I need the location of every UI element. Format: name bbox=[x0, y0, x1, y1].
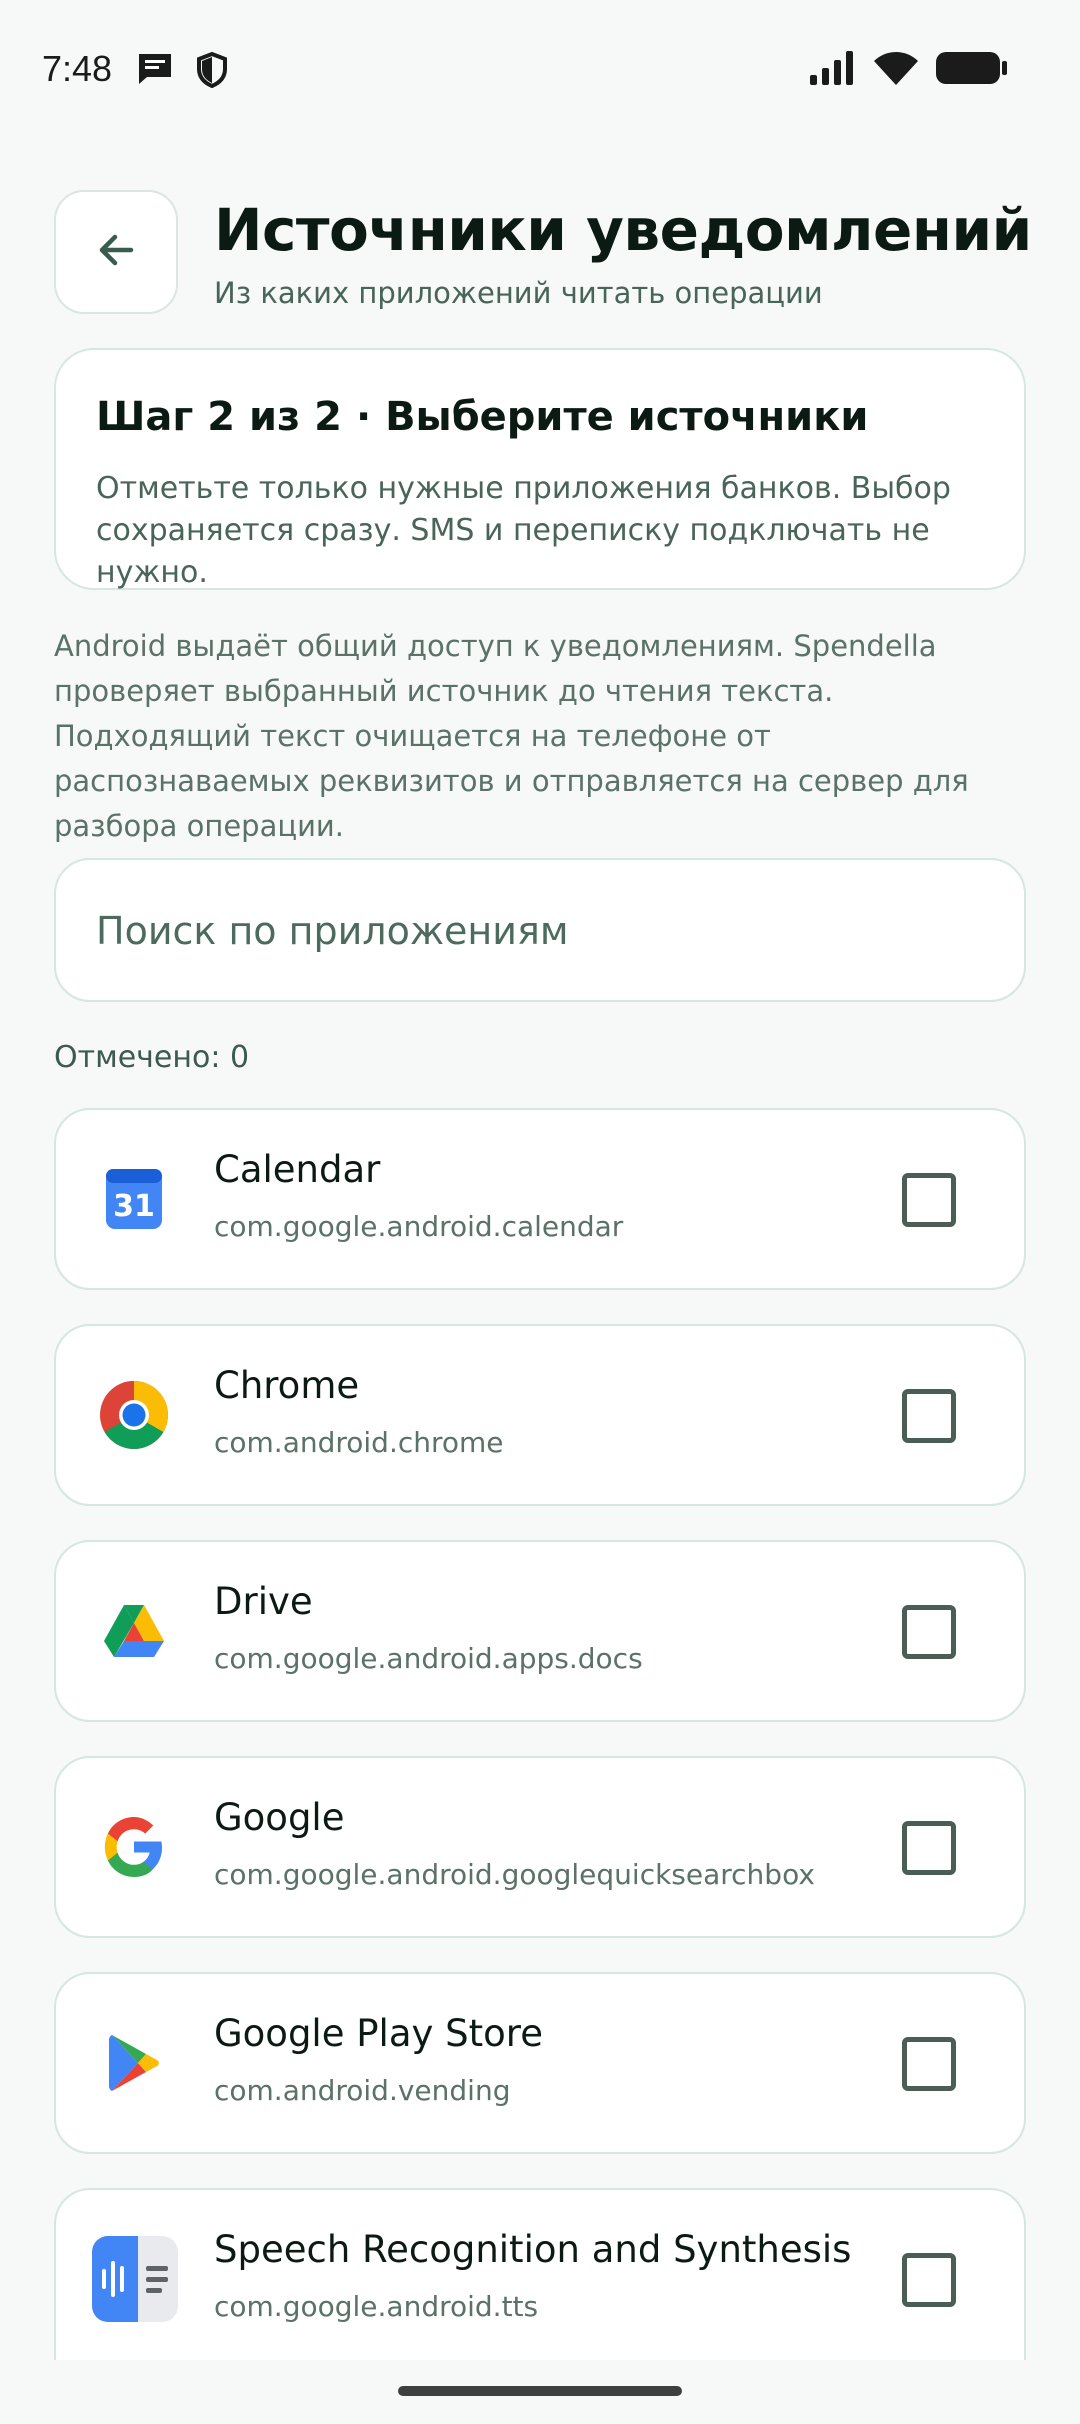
search-box[interactable] bbox=[54, 858, 1026, 1002]
calendar-icon: 31 bbox=[98, 1163, 170, 1235]
app-item-calendar[interactable]: 31 Calendar com.google.android.calendar bbox=[54, 1108, 1026, 1290]
app-package: com.google.android.apps.docs bbox=[214, 1642, 643, 1675]
arrow-left-icon bbox=[95, 229, 137, 275]
chrome-icon bbox=[98, 1379, 170, 1451]
app-checkbox[interactable] bbox=[902, 1605, 956, 1659]
google-icon bbox=[98, 1811, 170, 1883]
step-card: Шаг 2 из 2 · Выберите источники Отметьте… bbox=[54, 348, 1026, 590]
step-description: Отметьте только нужные приложения банков… bbox=[96, 471, 951, 590]
app-item-google[interactable]: Google com.google.android.googlequicksea… bbox=[54, 1756, 1026, 1938]
search-input[interactable] bbox=[96, 898, 976, 964]
page-title: Источники уведомлений bbox=[214, 196, 1032, 264]
drive-icon bbox=[98, 1595, 170, 1667]
message-icon bbox=[136, 52, 174, 90]
back-button[interactable] bbox=[54, 190, 178, 314]
app-package: com.android.vending bbox=[214, 2074, 511, 2107]
app-checkbox[interactable] bbox=[902, 1821, 956, 1875]
svg-text:31: 31 bbox=[113, 1189, 155, 1224]
app-package: com.google.android.googlequicksearchbox bbox=[214, 1858, 815, 1891]
status-time: 7:48 bbox=[42, 48, 113, 89]
page-subtitle: Из каких приложений читать операции bbox=[214, 276, 823, 310]
selected-count: Отмечено: 0 bbox=[54, 1040, 250, 1075]
app-name: Drive bbox=[214, 1580, 313, 1623]
app-name: Google bbox=[214, 1796, 345, 1839]
app-checkbox[interactable] bbox=[902, 1389, 956, 1443]
app-package: com.google.android.calendar bbox=[214, 1210, 624, 1243]
app-item-speech-synthesis[interactable]: Speech Recognition and Synthesis com.goo… bbox=[54, 2188, 1026, 2360]
battery-icon bbox=[936, 50, 1008, 90]
step-title: Шаг 2 из 2 · Выберите источники bbox=[96, 394, 869, 440]
app-checkbox[interactable] bbox=[902, 2037, 956, 2091]
signal-icon bbox=[810, 51, 856, 89]
header: Источники уведомлений Из каких приложени… bbox=[54, 190, 1032, 314]
app-name: Calendar bbox=[214, 1148, 381, 1191]
privacy-note: Android выдаёт общий доступ к уведомлени… bbox=[54, 629, 969, 843]
status-bar: 7:48 bbox=[0, 0, 1080, 140]
shield-icon bbox=[196, 51, 228, 92]
app-checkbox[interactable] bbox=[902, 2253, 956, 2307]
app-package: com.android.chrome bbox=[214, 1426, 504, 1459]
wifi-icon bbox=[874, 51, 918, 89]
app-checkbox[interactable] bbox=[902, 1173, 956, 1227]
app-name: Speech Recognition and Synthesis bbox=[214, 2228, 852, 2271]
app-item-drive[interactable]: Drive com.google.android.apps.docs bbox=[54, 1540, 1026, 1722]
app-name: Chrome bbox=[214, 1364, 360, 1407]
app-package: com.google.android.tts bbox=[214, 2290, 539, 2323]
home-indicator[interactable] bbox=[398, 2386, 682, 2396]
app-item-play-store[interactable]: Google Play Store com.android.vending bbox=[54, 1972, 1026, 2154]
app-item-chrome[interactable]: Chrome com.android.chrome bbox=[54, 1324, 1026, 1506]
speech-synthesis-icon bbox=[92, 2236, 178, 2322]
app-name: Google Play Store bbox=[214, 2012, 543, 2055]
play-store-icon bbox=[98, 2027, 170, 2099]
